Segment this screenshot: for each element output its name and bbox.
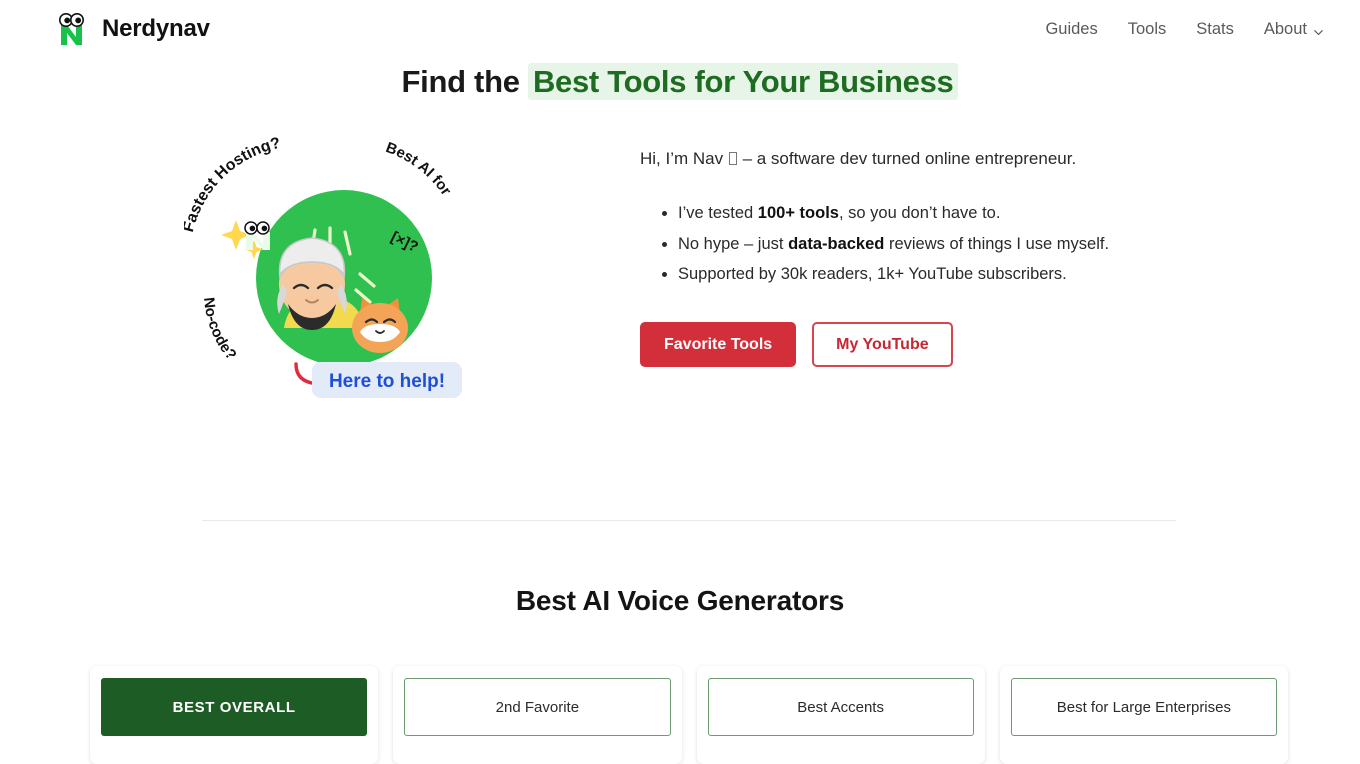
page-title: Find the Best Tools for Your Business bbox=[0, 62, 1360, 102]
page-title-plain: Find the bbox=[401, 64, 528, 99]
bullet-text-bold: data-backed bbox=[788, 234, 885, 253]
nerdynav-n-eyes-logo-icon bbox=[52, 9, 92, 49]
section-divider bbox=[202, 520, 1176, 521]
illustration-label-fastest-hosting: Fastest Hosting? bbox=[184, 135, 282, 234]
list-item: No hype – just data-backed reviews of th… bbox=[678, 229, 1184, 260]
nav-item-tools[interactable]: Tools bbox=[1128, 20, 1167, 39]
site-header: Nerdynav Guides Tools Stats About bbox=[0, 0, 1360, 58]
bullet-text-before: Supported by 30k readers, 1k+ YouTube su… bbox=[678, 265, 1067, 283]
cta-button-row: Favorite Tools My YouTube bbox=[640, 321, 1184, 367]
nav-item-guides[interactable]: Guides bbox=[1045, 20, 1097, 39]
nav-item-stats[interactable]: Stats bbox=[1196, 20, 1234, 39]
list-item: Supported by 30k readers, 1k+ YouTube su… bbox=[678, 259, 1184, 290]
hero-section: Fastest Hosting? Best AI for [×]? No-cod… bbox=[184, 128, 1184, 428]
page-title-highlight: Best Tools for Your Business bbox=[527, 63, 959, 100]
brand-logo-link[interactable]: Nerdynav bbox=[52, 9, 210, 49]
favorite-tools-button[interactable]: Favorite Tools bbox=[640, 321, 797, 367]
intro-after: – a software dev turned online entrepren… bbox=[737, 149, 1077, 168]
my-youtube-button[interactable]: My YouTube bbox=[812, 321, 953, 367]
brand-name: Nerdynav bbox=[102, 15, 210, 42]
nav-item-about[interactable]: About bbox=[1264, 20, 1324, 39]
main-navigation: Guides Tools Stats About bbox=[1045, 20, 1324, 39]
intro-paragraph: Hi, I’m Nav – a software dev turned onli… bbox=[640, 146, 1184, 172]
bullet-text-after: , so you don’t have to. bbox=[838, 204, 1001, 222]
hero-bullet-list: I’ve tested 100+ tools, so you don’t hav… bbox=[640, 198, 1184, 290]
tool-card[interactable]: Best for Large Enterprises bbox=[999, 666, 1288, 764]
speech-bubble: Here to help! bbox=[312, 362, 462, 398]
nav-item-about-label: About bbox=[1263, 19, 1307, 38]
bullet-text-before: No hype – just bbox=[678, 234, 789, 253]
hero-copy: Hi, I’m Nav – a software dev turned onli… bbox=[514, 128, 1184, 428]
hero-illustration: Fastest Hosting? Best AI for [×]? No-cod… bbox=[184, 128, 514, 428]
tool-card[interactable]: BEST OVERALL bbox=[90, 666, 379, 764]
tool-card[interactable]: Best Accents bbox=[696, 666, 985, 764]
intro-before: Hi, I’m Nav bbox=[640, 149, 728, 168]
speech-bubble-text: Here to help! bbox=[329, 371, 445, 392]
bullet-text-bold: 100+ tools bbox=[757, 204, 839, 222]
section-title: Best AI Voice Generators bbox=[515, 585, 845, 616]
tool-card-row: BEST OVERALL 2nd Favorite Best Accents B… bbox=[90, 666, 1288, 764]
illustration-label-no-code: No-code? bbox=[200, 297, 240, 364]
status-badge: Best Accents bbox=[707, 678, 974, 736]
tool-card[interactable]: 2nd Favorite bbox=[393, 666, 682, 764]
bullet-text-after: reviews of things I use myself. bbox=[884, 234, 1110, 253]
bullet-text-before: I’ve tested bbox=[678, 204, 758, 222]
chevron-down-icon bbox=[1313, 24, 1324, 35]
illustration-label-best-ai-line1: Best AI for bbox=[383, 139, 454, 199]
list-item: I’ve tested 100+ tools, so you don’t hav… bbox=[678, 198, 1184, 229]
status-badge: Best for Large Enterprises bbox=[1010, 678, 1277, 736]
status-badge: BEST OVERALL bbox=[101, 678, 368, 736]
status-badge: 2nd Favorite bbox=[404, 678, 671, 736]
missing-glyph-icon bbox=[728, 152, 737, 165]
